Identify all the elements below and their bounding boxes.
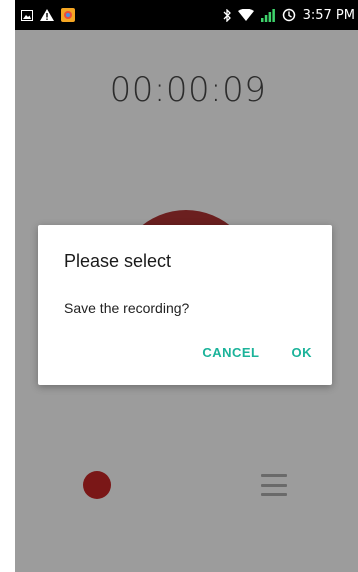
record-button[interactable] [83, 471, 111, 499]
dialog-actions: CANCEL OK [202, 345, 312, 360]
dialog-message: Save the recording? [64, 300, 190, 316]
menu-icon[interactable] [261, 472, 287, 498]
wifi-icon [237, 9, 254, 21]
image-notification-icon [21, 9, 33, 21]
status-bar: 3:57 PM [15, 0, 358, 30]
ok-button[interactable]: OK [292, 345, 313, 360]
signal-icon [260, 8, 275, 22]
cancel-button[interactable]: CANCEL [202, 345, 259, 360]
phone-screen: 3:57 PM 00:00:09 Please select Save the … [15, 0, 358, 572]
bluetooth-icon [223, 8, 231, 22]
status-time: 3:57 PM [302, 7, 355, 23]
dialog-title: Please select [64, 251, 172, 271]
elapsed-timer: 00:00:09 [109, 70, 267, 110]
save-dialog: Please select Save the recording? CANCEL… [38, 225, 332, 385]
app-notification-icon [61, 8, 75, 22]
data-saver-icon [282, 8, 296, 22]
warning-icon [40, 9, 54, 21]
